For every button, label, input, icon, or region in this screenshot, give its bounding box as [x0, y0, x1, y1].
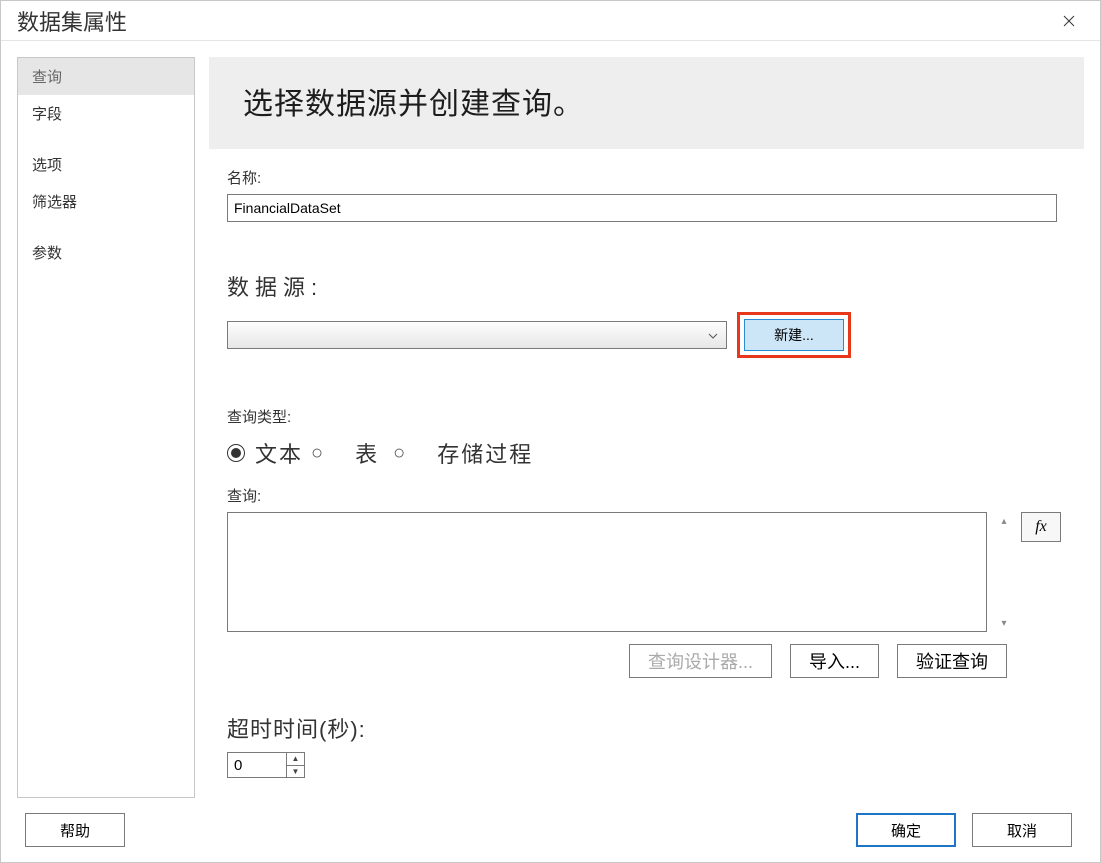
import-button[interactable]: 导入... — [790, 644, 879, 678]
sidebar-item-filters[interactable]: 筛选器 — [18, 183, 194, 220]
query-type-label: 查询类型: — [227, 406, 1062, 427]
query-designer-button[interactable]: 查询设计器... — [629, 644, 772, 678]
timeout-section: 超时时间(秒): ▲ ▼ — [227, 712, 1062, 778]
new-button-highlight: 新建... — [737, 312, 851, 358]
sidebar-item-label: 选项 — [32, 157, 62, 174]
cancel-button[interactable]: 取消 — [972, 813, 1072, 847]
form-area: 名称: 数据源: 新建... — [209, 149, 1084, 798]
close-icon — [1063, 15, 1075, 27]
expression-button[interactable]: fx — [1021, 512, 1061, 542]
chevron-down-icon — [708, 326, 718, 344]
radio-table[interactable]: ○ — [311, 442, 325, 465]
query-scrollbar[interactable]: ▴ ▾ — [995, 512, 1013, 632]
window-title: 数据集属性 — [11, 1, 133, 41]
validate-query-button[interactable]: 验证查询 — [897, 644, 1007, 678]
datasource-dropdown[interactable] — [227, 321, 727, 349]
sidebar-item-fields[interactable]: 字段 — [18, 95, 194, 132]
name-input[interactable] — [227, 194, 1057, 222]
sidebar-item-label: 参数 — [32, 245, 62, 262]
dialog-footer: 帮助 确定 取消 — [1, 798, 1100, 862]
sidebar-item-parameters[interactable]: 参数 — [18, 234, 194, 271]
radio-text-label: 文本 — [255, 437, 303, 469]
query-label: 查询: — [227, 485, 1062, 506]
radio-table-label: 表 — [355, 437, 379, 469]
name-label: 名称: — [227, 167, 1062, 188]
query-section: 查询: ▴ ▾ fx 查询设计器... 导入... 验证查询 — [227, 485, 1062, 678]
title-bar: 数据集属性 — [1, 1, 1100, 41]
radio-text[interactable] — [227, 444, 245, 462]
timeout-spinner[interactable]: ▲ ▼ — [227, 752, 305, 778]
page-heading: 选择数据源并创建查询。 — [243, 79, 1062, 123]
sidebar-item-label: 筛选器 — [32, 194, 77, 211]
datasource-section: 数据源: 新建... — [227, 270, 1062, 358]
sidebar-item-query[interactable]: 查询 — [18, 58, 194, 95]
new-datasource-button[interactable]: 新建... — [744, 319, 844, 351]
help-button[interactable]: 帮助 — [25, 813, 125, 847]
sidebar: 查询 字段 选项 筛选器 参数 — [17, 57, 195, 798]
spinner-down-button[interactable]: ▼ — [287, 766, 304, 778]
ok-button[interactable]: 确定 — [856, 813, 956, 847]
close-button[interactable] — [1048, 5, 1090, 37]
dialog-body: 查询 字段 选项 筛选器 参数 选择数据源并创建查询。 名称: 数据源: — [1, 41, 1100, 798]
query-type-radios: 文本 ○ 表 ○ 存储过程 — [227, 437, 1062, 469]
name-section: 名称: — [227, 167, 1062, 222]
main-panel: 选择数据源并创建查询。 名称: 数据源: 新建 — [209, 57, 1084, 798]
sidebar-item-label: 查询 — [32, 69, 62, 86]
dialog-window: 数据集属性 查询 字段 选项 筛选器 参数 选择数据源并创建查询。 名称: — [0, 0, 1101, 863]
sidebar-item-options[interactable]: 选项 — [18, 146, 194, 183]
datasource-label: 数据源: — [227, 270, 1062, 302]
scroll-up-icon: ▴ — [995, 512, 1013, 530]
sidebar-item-label: 字段 — [32, 106, 62, 123]
spinner-up-button[interactable]: ▲ — [287, 753, 304, 766]
main-header: 选择数据源并创建查询。 — [209, 57, 1084, 149]
scroll-down-icon: ▾ — [995, 614, 1013, 632]
radio-proc[interactable]: ○ — [393, 442, 407, 465]
query-textarea[interactable] — [227, 512, 987, 632]
timeout-input[interactable] — [228, 753, 286, 777]
timeout-label: 超时时间(秒): — [227, 712, 1062, 744]
radio-proc-label: 存储过程 — [437, 437, 533, 469]
query-type-section: 查询类型: 文本 ○ 表 ○ 存储过程 — [227, 406, 1062, 469]
